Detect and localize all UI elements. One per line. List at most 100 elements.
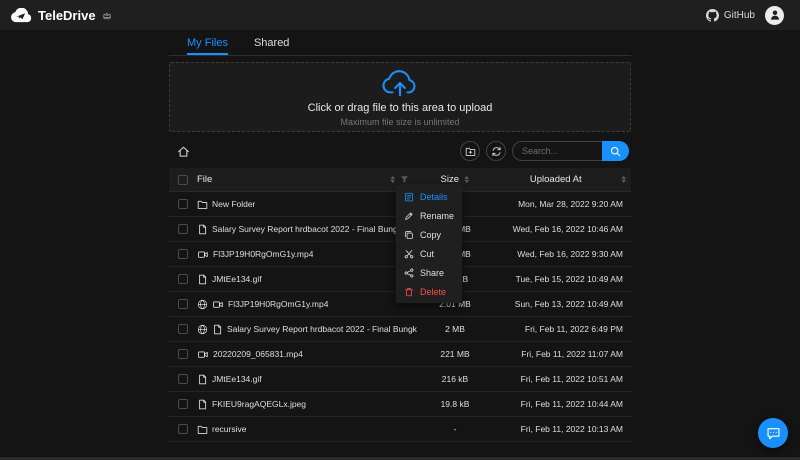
search-input[interactable]	[512, 141, 602, 161]
file-uploaded-at: Fri, Feb 11, 2022 11:07 AM	[521, 349, 623, 359]
comment-icon	[766, 426, 781, 441]
context-menu: Details Rename Copy Cut Share Delete	[396, 185, 462, 303]
file-row[interactable]: JMtEe134.gif 216 kB Fri, Feb 11, 2022 10:5…	[169, 367, 631, 392]
search-icon	[610, 146, 621, 157]
filter-icon[interactable]	[400, 175, 409, 184]
row-checkbox[interactable]	[178, 374, 188, 384]
teledrive-logo-icon	[10, 7, 32, 23]
toolbar	[169, 141, 631, 161]
file-size: 221 MB	[440, 349, 470, 359]
row-checkbox[interactable]	[178, 199, 188, 209]
column-header-size[interactable]: Size ▲ ▼	[417, 174, 493, 185]
scissors-icon	[404, 249, 414, 259]
file-icon	[197, 399, 208, 410]
file-uploaded-at: Wed, Feb 16, 2022 9:30 AM	[517, 249, 623, 259]
file-uploaded-at: Tue, Feb 15, 2022 10:49 AM	[515, 274, 623, 284]
file-size: -	[453, 424, 457, 434]
file-name[interactable]: JMtEe134.gif	[212, 374, 262, 384]
cloud-upload-icon	[381, 68, 419, 98]
github-link[interactable]: GitHub	[705, 8, 755, 22]
globe-icon	[197, 299, 208, 310]
file-row[interactable]: FKIEU9ragAQEGLx.jpeg 19.8 kB Fri, Feb 11, …	[169, 392, 631, 417]
details-icon	[404, 192, 414, 202]
file-name[interactable]: Fl3JP19H0RgOmG1y.mp4	[213, 249, 313, 259]
file-uploaded-at: Fri, Feb 11, 2022 6:49 PM	[524, 324, 623, 334]
file-name[interactable]: FKIEU9ragAQEGLx.jpeg	[212, 399, 306, 409]
file-icon	[197, 274, 208, 285]
github-icon	[705, 8, 719, 22]
row-checkbox[interactable]	[178, 299, 188, 309]
file-size: 19.8 kB	[440, 399, 470, 409]
file-name[interactable]: Fl3JP19H0RgOmG1y.mp4	[228, 299, 328, 309]
copy-icon	[404, 230, 414, 240]
avatar[interactable]	[765, 5, 784, 25]
column-header-file[interactable]: File ▲ ▼	[197, 174, 417, 185]
video-icon	[212, 299, 224, 310]
caret-down-icon: ▼	[462, 178, 471, 185]
video-icon	[197, 249, 209, 260]
new-folder-button[interactable]	[460, 141, 480, 161]
brand[interactable]: TeleDrive	[10, 7, 112, 23]
file-name[interactable]: Salary Survey Report hrdbacot 2022 - Fin…	[227, 324, 417, 334]
file-icon	[197, 374, 208, 385]
file-row[interactable]: Salary Survey Report hrdbacot 2022 - Fin…	[169, 317, 631, 342]
app-header: TeleDrive GitHub	[0, 0, 800, 30]
user-icon	[769, 9, 781, 21]
tab-shared[interactable]: Shared	[254, 37, 289, 55]
file-name[interactable]: New Folder	[212, 199, 255, 209]
menu-item-share[interactable]: Share	[396, 263, 462, 282]
menu-item-details[interactable]: Details	[396, 187, 462, 206]
file-name[interactable]: Salary Survey Report hrdbacot 2022 - Fin…	[212, 224, 417, 234]
home-button[interactable]	[177, 145, 190, 158]
row-checkbox[interactable]	[178, 349, 188, 359]
search-group	[512, 141, 629, 161]
file-uploaded-at: Fri, Feb 11, 2022 10:13 AM	[520, 424, 623, 434]
file-sort-control[interactable]: ▲ ▼	[388, 175, 397, 185]
size-sort-control[interactable]: ▲ ▼	[462, 175, 471, 185]
file-uploaded-at: Wed, Feb 16, 2022 10:46 AM	[512, 224, 623, 234]
search-button[interactable]	[602, 141, 629, 161]
row-checkbox[interactable]	[178, 274, 188, 284]
upload-text: Click or drag file to this area to uploa…	[307, 101, 493, 114]
menu-item-cut[interactable]: Cut	[396, 244, 462, 263]
row-checkbox[interactable]	[178, 249, 188, 259]
file-icon	[197, 224, 208, 235]
file-size: 2 MB	[445, 324, 465, 334]
folder-add-icon	[465, 146, 476, 157]
uploaded-sort-control[interactable]: ▲ ▼	[619, 175, 628, 185]
file-name[interactable]: JMtEe134.gif	[212, 274, 262, 284]
menu-item-delete[interactable]: Delete	[396, 282, 462, 301]
row-checkbox[interactable]	[178, 224, 188, 234]
menu-item-rename[interactable]: Rename	[396, 206, 462, 225]
row-checkbox[interactable]	[178, 424, 188, 434]
file-name[interactable]: 20220209_065831.mp4	[213, 349, 303, 359]
row-checkbox[interactable]	[178, 324, 188, 334]
contact-us-button[interactable]	[758, 418, 788, 448]
row-checkbox[interactable]	[178, 399, 188, 409]
edit-icon	[404, 211, 414, 221]
file-uploaded-at: Sun, Feb 13, 2022 10:49 AM	[514, 299, 623, 309]
upload-hint: Maximum file size is unlimited	[340, 116, 460, 127]
select-all-checkbox[interactable]	[178, 174, 188, 185]
file-uploaded-at: Mon, Mar 28, 2022 9:20 AM	[518, 199, 623, 209]
folder-icon	[197, 424, 208, 435]
file-size: 216 kB	[441, 374, 469, 384]
video-icon	[197, 349, 209, 360]
crown-icon[interactable]	[102, 10, 112, 20]
upload-dropzone[interactable]: Click or drag file to this area to uploa…	[169, 62, 631, 132]
home-icon	[177, 145, 190, 158]
menu-item-copy[interactable]: Copy	[396, 225, 462, 244]
globe-icon	[197, 324, 208, 335]
refresh-button[interactable]	[486, 141, 506, 161]
column-header-uploaded[interactable]: Uploaded At ▲ ▼	[493, 174, 631, 185]
github-label: GitHub	[723, 9, 755, 21]
tab-my-files[interactable]: My Files	[187, 37, 228, 55]
file-row[interactable]: recursive - Fri, Feb 11, 2022 10:13 AM	[169, 417, 631, 442]
caret-down-icon: ▼	[388, 178, 397, 185]
sync-icon	[491, 146, 502, 157]
file-icon	[212, 324, 223, 335]
file-row[interactable]: 20220209_065831.mp4 221 MB Fri, Feb 11, 20…	[169, 342, 631, 367]
file-name[interactable]: recursive	[212, 424, 246, 434]
caret-down-icon: ▼	[619, 178, 628, 185]
file-uploaded-at: Fri, Feb 11, 2022 10:44 AM	[520, 399, 623, 409]
